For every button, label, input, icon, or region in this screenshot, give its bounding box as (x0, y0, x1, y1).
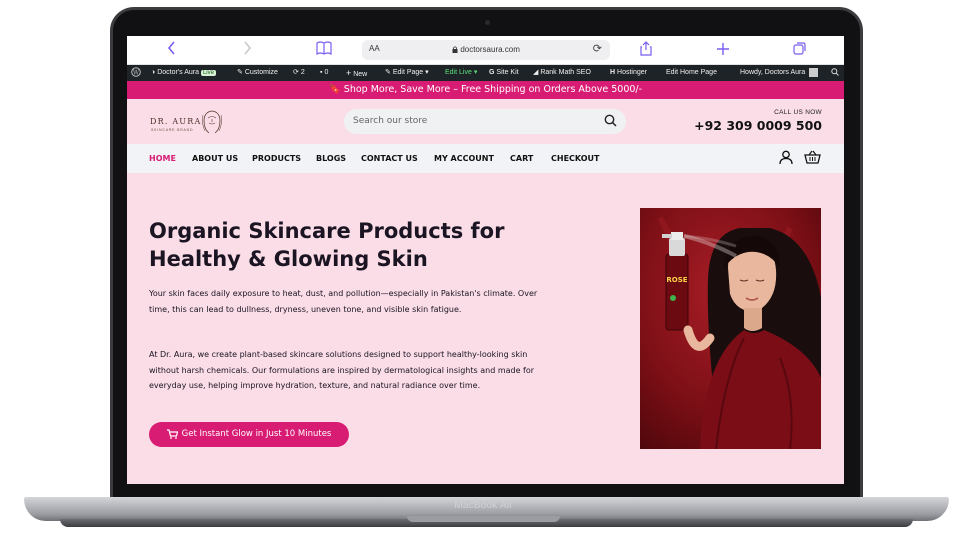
url-text: doctorsaura.com (362, 45, 610, 54)
nav-contact-us[interactable]: CONTACT US (361, 154, 418, 163)
share-icon[interactable] (640, 41, 652, 60)
admin-updates[interactable]: ⟳ 2 (293, 65, 305, 81)
logo-subtext: SKINCARE BRAND (151, 128, 194, 132)
admin-site-name[interactable]: ◑ Doctor's Aura Live (151, 65, 216, 81)
site-header: DR. AURA SKINCARE BRAND Search our store… (127, 99, 844, 144)
admin-edit-live[interactable]: Edit Live ▾ (445, 65, 477, 81)
nav-my-account[interactable]: MY ACCOUNT (434, 154, 494, 163)
logo-face-icon (202, 110, 222, 134)
nav-about-us[interactable]: ABOUT US (192, 154, 238, 163)
hero-paragraph-1: Your skin faces daily exposure to heat, … (149, 289, 538, 314)
new-tab-icon[interactable] (717, 41, 729, 59)
search-icon[interactable] (604, 114, 617, 132)
caret-down-icon: ▾ (473, 69, 478, 76)
admin-rank-math[interactable]: ◢ Rank Math SEO (533, 65, 591, 81)
svg-text:W: W (133, 70, 140, 77)
hero-paragraph-2: At Dr. Aura, we create plant-based skinc… (149, 350, 535, 390)
admin-search-icon[interactable] (831, 65, 839, 81)
account-icon[interactable] (779, 150, 793, 170)
main-nav: HOME ABOUT US PRODUCTS BLOGS CONTACT US … (127, 144, 844, 173)
hero-image: ROSE (640, 208, 821, 449)
hostinger-icon: H (610, 69, 616, 76)
nav-cart[interactable]: CART (510, 154, 533, 163)
pencil-icon: ✎ (385, 69, 391, 76)
nav-checkout[interactable]: CHECKOUT (551, 154, 600, 163)
comments-icon: ▪ (320, 69, 323, 76)
wp-admin-bar: W ◑ Doctor's Aura Live ✎ Customize ⟳ 2 ▪… (127, 65, 844, 81)
search-box[interactable]: Search our store (344, 109, 626, 134)
brush-icon: ✎ (237, 69, 243, 76)
browser-toolbar: AA doctorsaura.com ⟳ (127, 36, 844, 65)
nav-products[interactable]: PRODUCTS (252, 154, 301, 163)
nav-home[interactable]: HOME (149, 154, 176, 163)
updates-icon: ⟳ (293, 69, 299, 76)
admin-howdy[interactable]: Howdy, Doctors Aura (740, 65, 819, 81)
back-icon[interactable] (167, 41, 176, 59)
nav-blogs[interactable]: BLOGS (316, 154, 346, 163)
admin-edit-home-page[interactable]: Edit Home Page (666, 65, 717, 81)
wordpress-icon[interactable]: W (131, 65, 141, 81)
avatar (809, 67, 819, 77)
phone-number[interactable]: +92 309 0009 500 (694, 118, 822, 133)
laptop-notch (407, 516, 560, 522)
bookmarks-icon[interactable] (316, 41, 332, 59)
site-logo[interactable]: DR. AURA SKINCARE BRAND (150, 108, 225, 136)
call-us-label: CALL US NOW (774, 109, 822, 116)
live-badge: Live (200, 70, 216, 76)
reload-icon[interactable]: ⟳ (593, 42, 602, 55)
logo-text: DR. AURA (150, 117, 202, 126)
admin-customize[interactable]: ✎ Customize (237, 65, 278, 81)
bottle-label: ROSE (666, 276, 687, 284)
caret-down-icon: ▾ (425, 69, 429, 76)
tabs-icon[interactable] (793, 41, 806, 59)
admin-comments[interactable]: ▪ 0 (320, 65, 328, 81)
cart-icon[interactable] (804, 150, 821, 170)
screen: AA doctorsaura.com ⟳ W ◑ Doctor's Aura L… (127, 36, 844, 484)
promo-bar: 🔖 Shop More, Save More – Free Shipping o… (127, 81, 844, 99)
rank-math-icon: ◢ (533, 69, 539, 76)
admin-hostinger[interactable]: H Hostinger (610, 65, 647, 81)
hero-title: Organic Skincare Products for Healthy & … (149, 219, 505, 271)
admin-site-kit[interactable]: G Site Kit (489, 65, 519, 81)
admin-edit-page[interactable]: ✎ Edit Page ▾ (385, 65, 429, 81)
dashboard-icon: ◑ (151, 69, 156, 76)
admin-new[interactable]: + New (346, 65, 367, 81)
cta-button[interactable]: Get Instant Glow in Just 10 Minutes (149, 422, 349, 447)
model-label: MacBook Air (454, 500, 513, 511)
forward-icon[interactable] (243, 41, 252, 59)
plus-icon: + (346, 68, 352, 78)
cart-icon (166, 428, 178, 439)
call-us: CALL US NOW +92 309 0009 500 (694, 109, 822, 133)
address-bar[interactable]: AA doctorsaura.com ⟳ (362, 40, 610, 60)
google-icon: G (489, 69, 495, 76)
camera (485, 20, 490, 25)
search-input[interactable]: Search our store (353, 116, 427, 126)
lock-icon (452, 46, 458, 53)
